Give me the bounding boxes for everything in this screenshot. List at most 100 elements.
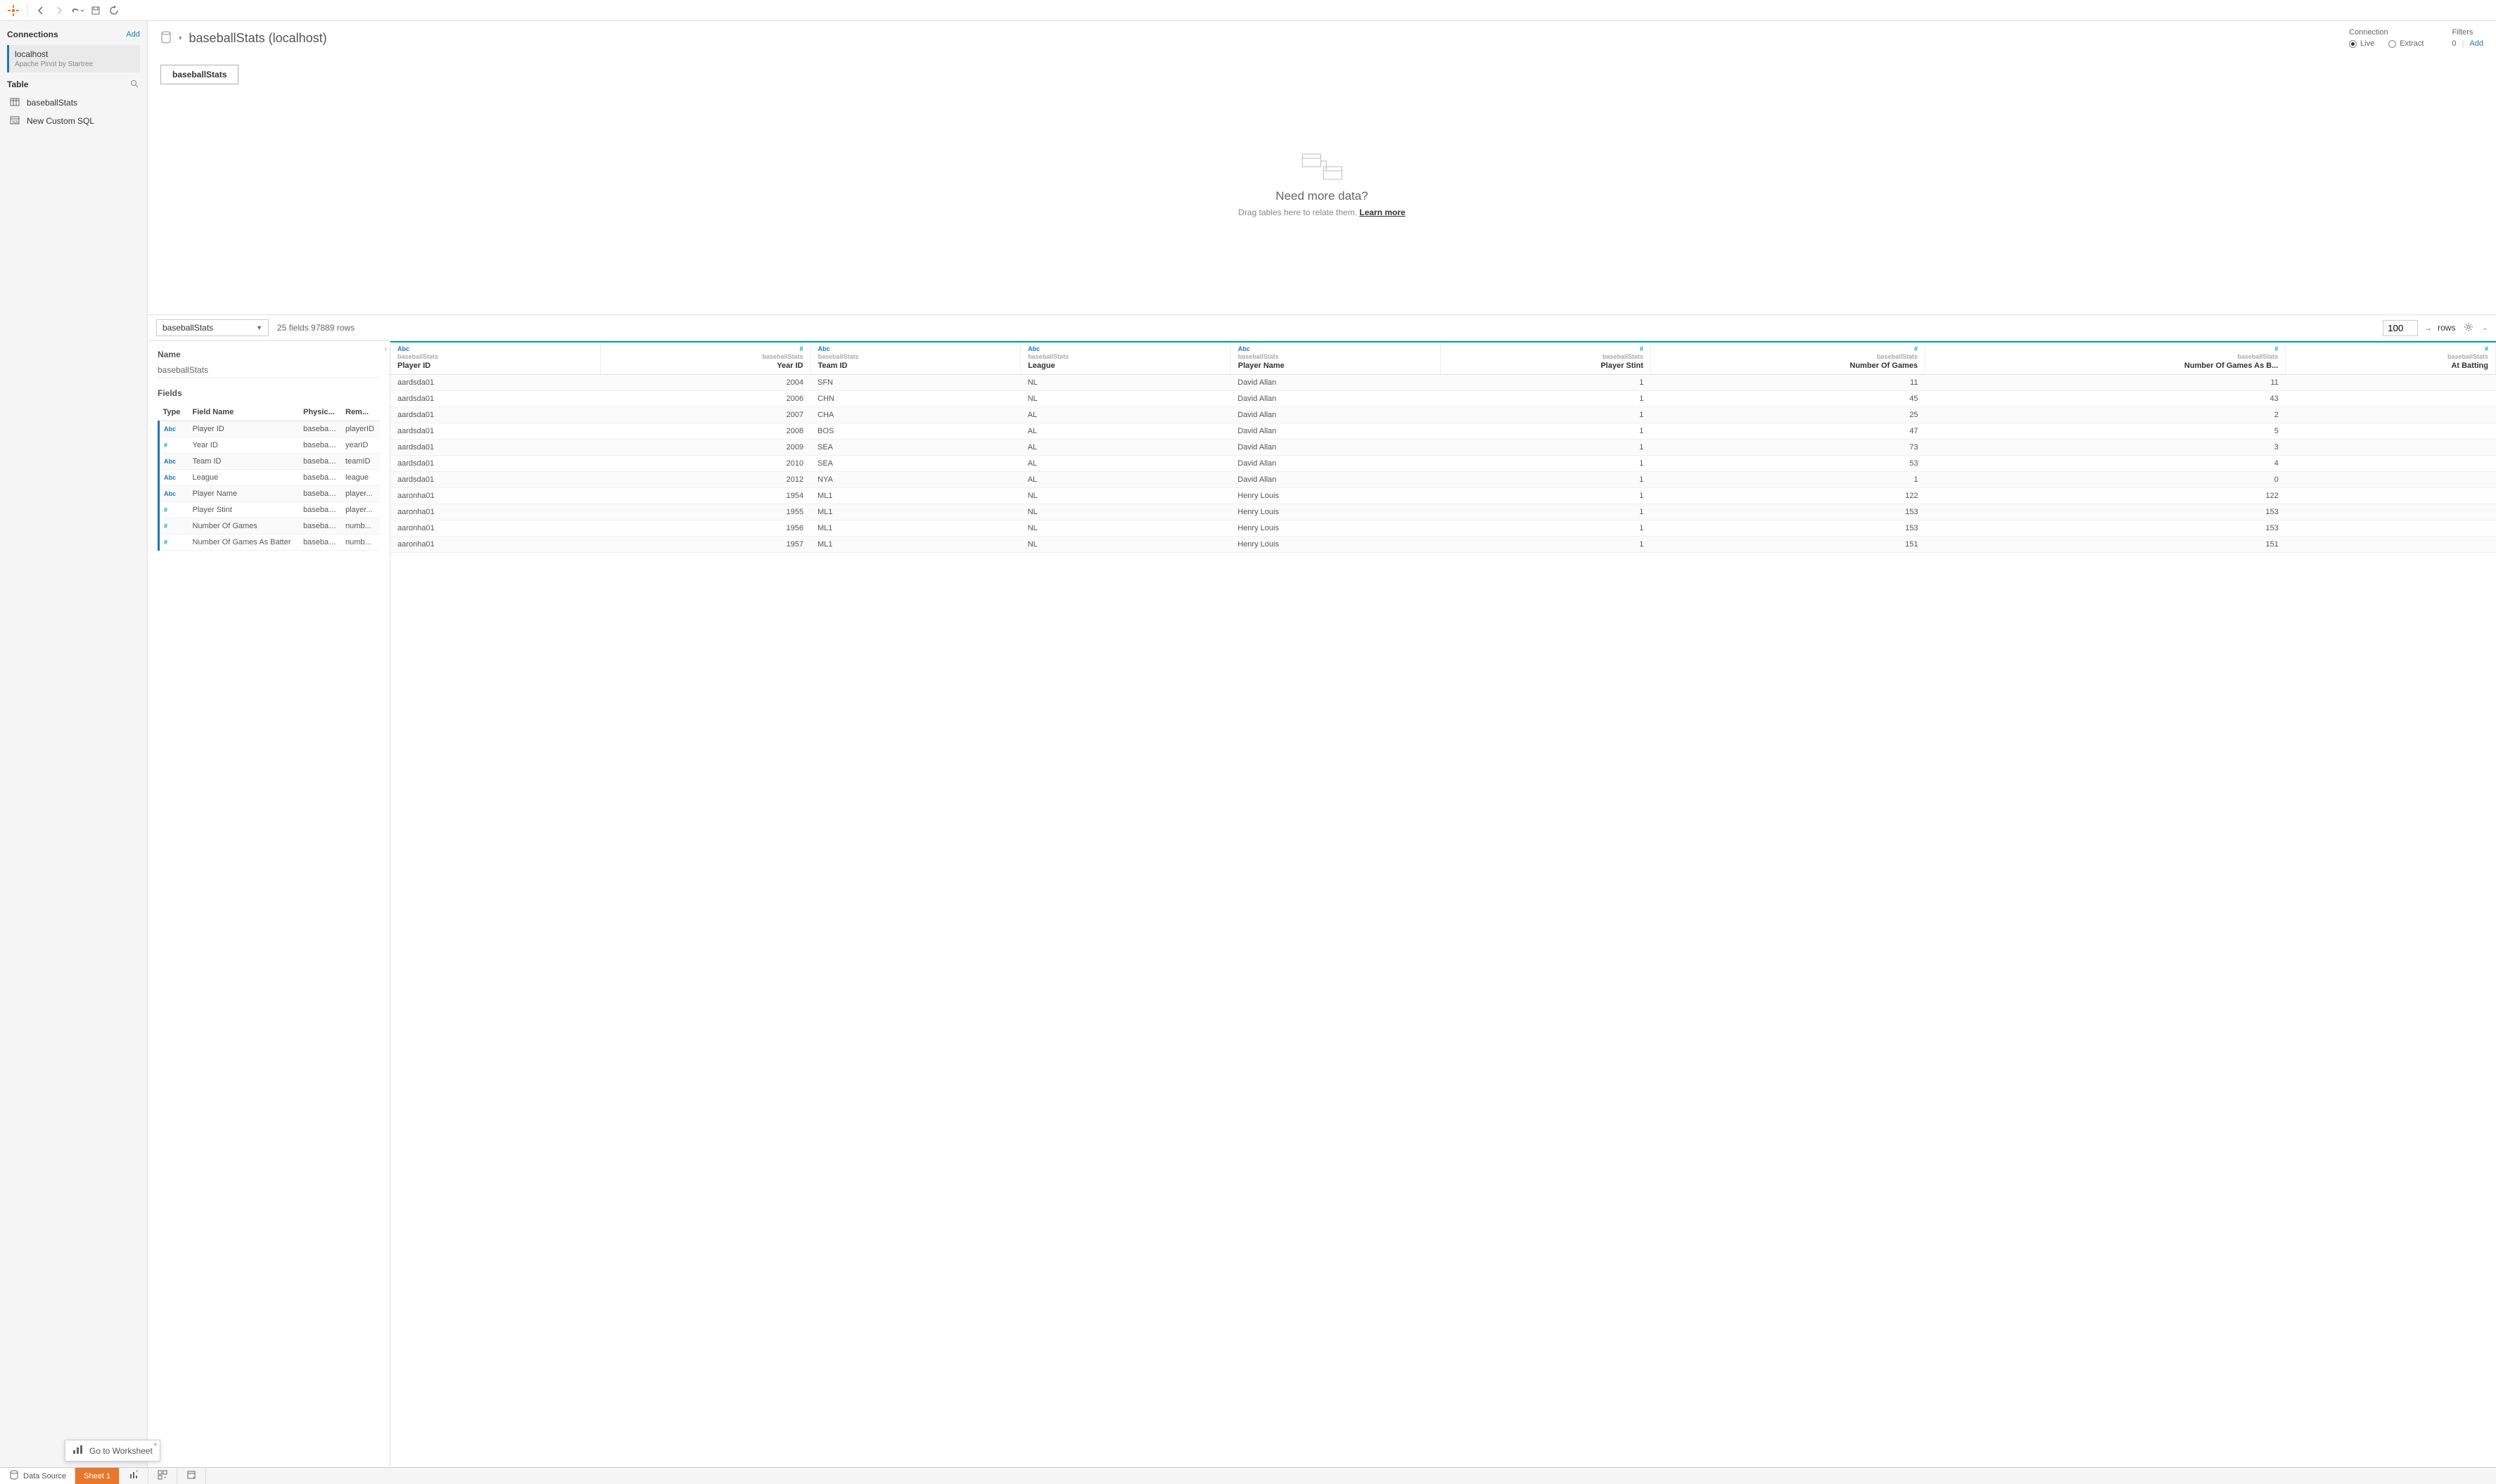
- col-physical[interactable]: Physic...: [299, 404, 341, 421]
- connections-header: Connections Add: [7, 30, 140, 39]
- refresh-icon[interactable]: [106, 3, 122, 18]
- field-row[interactable]: AbcLeaguebaseball...league: [159, 470, 381, 486]
- column-name: Player Stint: [1448, 362, 1643, 370]
- relation-canvas[interactable]: baseballStats Need more data? Drag table…: [148, 55, 2496, 315]
- data-cell: BOS: [810, 423, 1021, 440]
- data-cell: David Allan: [1230, 440, 1441, 456]
- source-table-label: baseballStats: [1448, 353, 1643, 360]
- column-name: Number Of Games: [1658, 362, 1918, 370]
- data-cell: NL: [1021, 488, 1231, 504]
- data-cell: 153: [1650, 520, 1925, 537]
- data-cell: [2286, 456, 2496, 472]
- field-name-cell: Year ID: [189, 437, 300, 454]
- sheet1-tab[interactable]: Sheet 1: [75, 1468, 120, 1484]
- apply-rows-icon[interactable]: →: [2424, 323, 2432, 333]
- data-cell: aaronha01: [390, 520, 601, 537]
- data-row[interactable]: aaronha011955ML1NLHenry Louis1153153: [390, 504, 2496, 520]
- gear-icon[interactable]: [2461, 322, 2476, 334]
- tables-relation-icon: [1301, 153, 1343, 181]
- grid-column-header[interactable]: #baseballStatsNumber Of Games As B...: [1925, 343, 2285, 375]
- field-row[interactable]: #Number Of Gamesbaseball...numb...: [159, 518, 381, 535]
- collapse-panel-icon[interactable]: ‹: [385, 345, 387, 353]
- data-row[interactable]: aardsda012009SEAALDavid Allan1733: [390, 440, 2496, 456]
- type-indicator: Abc: [1238, 345, 1434, 352]
- save-icon[interactable]: [88, 3, 103, 18]
- data-cell: 2008: [601, 423, 811, 440]
- data-cell: aardsda01: [390, 391, 601, 407]
- back-icon[interactable]: [33, 3, 49, 18]
- connection-driver: Apache Pinot by Startree: [15, 60, 134, 68]
- data-cell: aardsda01: [390, 407, 601, 423]
- data-cell: [2286, 472, 2496, 488]
- data-grid-wrapper[interactable]: AbcbaseballStatsPlayer ID#baseballStatsY…: [390, 341, 2496, 1467]
- undo-dropdown-icon[interactable]: [70, 3, 85, 18]
- data-cell: [2286, 537, 2496, 553]
- data-cell: [2286, 488, 2496, 504]
- col-remote[interactable]: Rem...: [341, 404, 380, 421]
- data-source-tab[interactable]: Data Source: [0, 1468, 75, 1484]
- data-row[interactable]: aaronha011957ML1NLHenry Louis1151151: [390, 537, 2496, 553]
- source-table-label: baseballStats: [1658, 353, 1918, 360]
- add-connection-link[interactable]: Add: [126, 30, 140, 39]
- new-dashboard-button[interactable]: +: [148, 1468, 177, 1484]
- field-row[interactable]: AbcPlayer IDbaseball...playerID: [159, 421, 381, 437]
- grid-column-header[interactable]: AbcbaseballStatsLeague: [1021, 343, 1231, 375]
- grid-column-header[interactable]: #baseballStatsYear ID: [601, 343, 811, 375]
- data-cell: 1: [1441, 520, 1651, 537]
- col-field-name[interactable]: Field Name: [189, 404, 300, 421]
- data-cell: 151: [1925, 537, 2285, 553]
- field-row[interactable]: #Year IDbaseball...yearID: [159, 437, 381, 454]
- field-name-cell: Player ID: [189, 421, 300, 437]
- grid-column-header[interactable]: AbcbaseballStatsTeam ID: [810, 343, 1021, 375]
- data-cell: [2286, 504, 2496, 520]
- grid-column-header[interactable]: #baseballStatsAt Batting: [2286, 343, 2496, 375]
- type-indicator: Abc: [1028, 345, 1223, 352]
- close-icon[interactable]: ×: [153, 1441, 158, 1449]
- data-row[interactable]: aardsda012006CHNNLDavid Allan14543: [390, 391, 2496, 407]
- data-row[interactable]: aaronha011956ML1NLHenry Louis1153153: [390, 520, 2496, 537]
- preview-table-select[interactable]: baseballStats ▼: [156, 319, 269, 336]
- col-type[interactable]: Type: [159, 404, 189, 421]
- new-story-button[interactable]: +: [177, 1468, 206, 1484]
- field-row[interactable]: AbcTeam IDbaseball...teamID: [159, 454, 381, 470]
- grid-column-header[interactable]: #baseballStatsPlayer Stint: [1441, 343, 1651, 375]
- data-row[interactable]: aaronha011954ML1NLHenry Louis1122122: [390, 488, 2496, 504]
- data-cell: [2286, 407, 2496, 423]
- data-row[interactable]: aardsda012010SEAALDavid Allan1534: [390, 456, 2496, 472]
- data-row[interactable]: aardsda012007CHAALDavid Allan1252: [390, 407, 2496, 423]
- column-name: Year ID: [608, 362, 803, 370]
- learn-more-link[interactable]: Learn more: [1359, 207, 1405, 217]
- field-row[interactable]: #Number Of Games As Batterbaseball...num…: [159, 535, 381, 551]
- radio-selected-icon: [2349, 40, 2357, 48]
- data-cell: SEA: [810, 456, 1021, 472]
- data-cell: NL: [1021, 520, 1231, 537]
- live-radio[interactable]: Live: [2349, 39, 2374, 48]
- add-filter-link[interactable]: Add: [2469, 39, 2483, 48]
- field-row[interactable]: AbcPlayer Namebaseball...player...: [159, 486, 381, 502]
- field-row[interactable]: #Player Stintbaseball...player...: [159, 502, 381, 518]
- data-cell: NL: [1021, 375, 1231, 391]
- extract-radio[interactable]: Extract: [2388, 39, 2424, 48]
- data-cell: 1: [1650, 472, 1925, 488]
- search-icon[interactable]: [130, 79, 140, 89]
- forward-icon[interactable]: [51, 3, 67, 18]
- canvas-table-box[interactable]: baseballStats: [160, 65, 238, 84]
- chevron-down-icon[interactable]: ⌄: [2482, 324, 2488, 332]
- grid-column-header[interactable]: AbcbaseballStatsPlayer Name: [1230, 343, 1441, 375]
- connection-name: localhost: [15, 49, 134, 59]
- datasource-title[interactable]: baseballStats (localhost): [189, 31, 327, 46]
- rows-input[interactable]: [2383, 320, 2418, 336]
- data-row[interactable]: aardsda012008BOSALDavid Allan1475: [390, 423, 2496, 440]
- name-value[interactable]: baseballStats: [158, 362, 380, 378]
- grid-column-header[interactable]: AbcbaseballStatsPlayer ID: [390, 343, 601, 375]
- data-cell: 1: [1441, 375, 1651, 391]
- data-row[interactable]: aardsda012004SFNNLDavid Allan11111: [390, 375, 2496, 391]
- table-item-baseballstats[interactable]: baseballStats: [7, 94, 140, 112]
- table-item-custom-sql[interactable]: SQL New Custom SQL: [7, 112, 140, 130]
- data-row[interactable]: aardsda012012NYAALDavid Allan110: [390, 472, 2496, 488]
- dropdown-caret-icon[interactable]: ▾: [179, 34, 182, 42]
- connection-item[interactable]: localhost Apache Pinot by Startree: [7, 45, 140, 72]
- grid-column-header[interactable]: #baseballStatsNumber Of Games: [1650, 343, 1925, 375]
- tableau-logo-icon[interactable]: [6, 3, 21, 18]
- new-worksheet-button[interactable]: +: [120, 1468, 148, 1484]
